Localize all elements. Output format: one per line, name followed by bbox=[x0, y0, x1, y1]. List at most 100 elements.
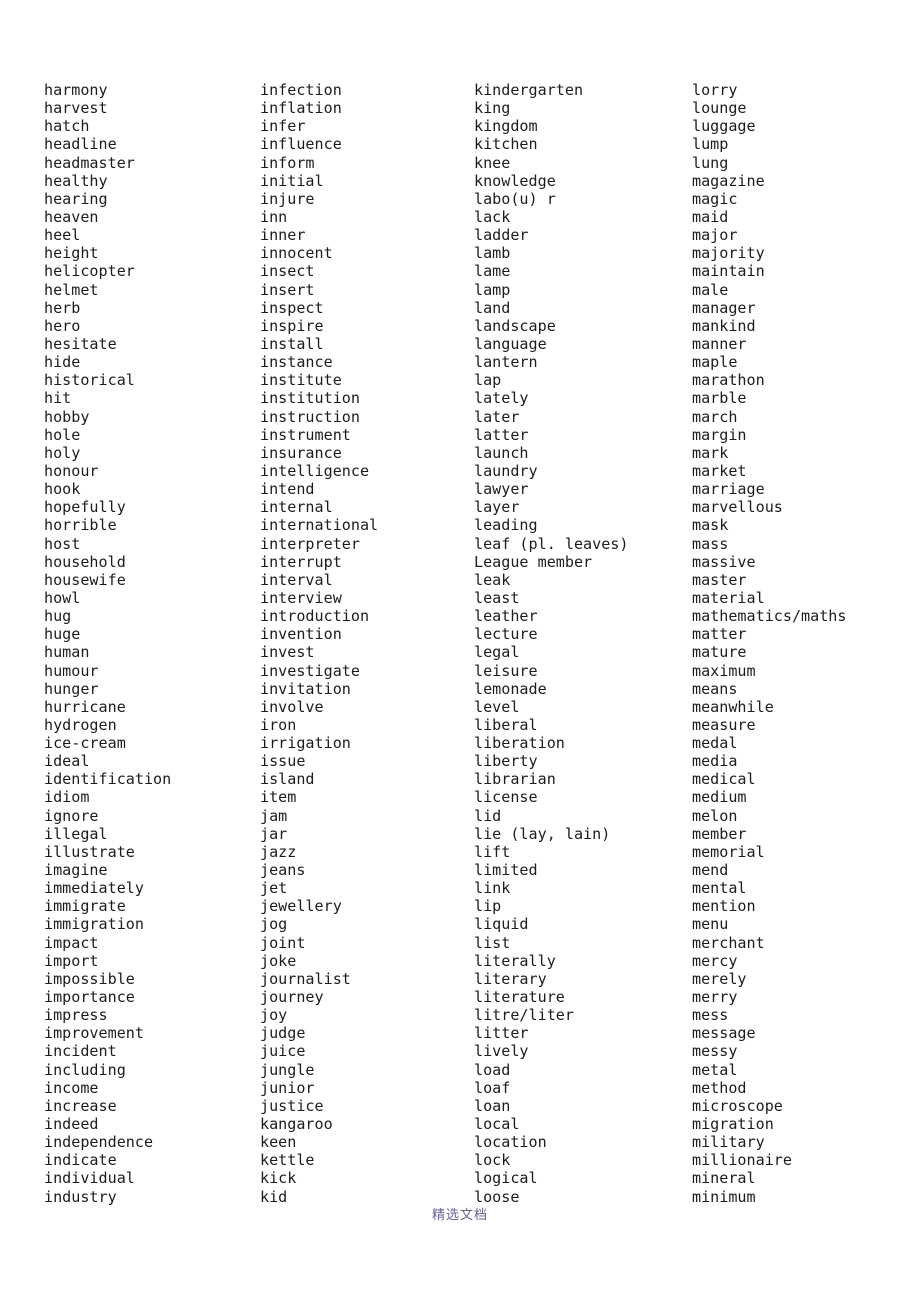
word-entry: hug bbox=[44, 607, 72, 626]
word-entry: lung bbox=[692, 153, 729, 172]
word-entry: liberation bbox=[474, 734, 565, 753]
word-entry: lift bbox=[474, 842, 511, 861]
word-entry: journey bbox=[260, 988, 324, 1007]
word-entry: indeed bbox=[44, 1115, 99, 1134]
word-entry: meanwhile bbox=[692, 697, 774, 716]
word-entry: literary bbox=[474, 969, 547, 988]
word-entry: illustrate bbox=[44, 842, 135, 861]
word-entry: ignore bbox=[44, 806, 99, 825]
word-entry: institution bbox=[260, 389, 360, 408]
word-entry: kitchen bbox=[474, 135, 538, 154]
word-entry: kindergarten bbox=[474, 81, 584, 99]
word-entry: manager bbox=[692, 298, 756, 317]
word-entry: involve bbox=[260, 697, 324, 716]
word-entry: knee bbox=[474, 153, 511, 172]
word-entry: heaven bbox=[44, 207, 99, 226]
word-entry: lounge bbox=[692, 99, 747, 118]
word-entry: melon bbox=[692, 806, 738, 825]
word-entry: marriage bbox=[692, 480, 765, 499]
word-entry: height bbox=[44, 244, 99, 263]
word-entry: latter bbox=[474, 425, 529, 444]
word-entry: method bbox=[692, 1078, 747, 1097]
word-entry: incident bbox=[44, 1042, 117, 1061]
word-entry: juice bbox=[260, 1042, 306, 1061]
word-entry: hesitate bbox=[44, 334, 117, 353]
word-entry: impress bbox=[44, 1006, 108, 1025]
word-entry: margin bbox=[692, 425, 747, 444]
page-footer-watermark: 精选文档 bbox=[431, 1208, 488, 1223]
word-entry: liquid bbox=[474, 915, 529, 934]
word-entry: healthy bbox=[44, 171, 108, 190]
word-entry: ladder bbox=[474, 226, 529, 245]
word-entry: mark bbox=[692, 443, 729, 462]
word-entry: insect bbox=[260, 262, 315, 281]
word-entry: immediately bbox=[44, 879, 144, 898]
word-entry: matter bbox=[692, 625, 747, 644]
word-entry: march bbox=[692, 407, 738, 426]
word-entry: historical bbox=[44, 371, 135, 390]
word-entry: journalist bbox=[260, 969, 351, 988]
word-entry: maintain bbox=[692, 262, 765, 281]
word-entry: increase bbox=[44, 1096, 117, 1115]
word-entry: institute bbox=[260, 371, 342, 390]
word-entry: immigrate bbox=[44, 897, 126, 916]
word-entry: hunger bbox=[44, 679, 99, 698]
word-entry: island bbox=[260, 770, 315, 789]
word-entry: layer bbox=[474, 498, 520, 517]
word-entry: magic bbox=[692, 189, 738, 208]
word-entry: minimum bbox=[692, 1187, 756, 1206]
word-entry: lecture bbox=[474, 625, 538, 644]
word-entry: hook bbox=[44, 480, 81, 499]
word-entry: laundry bbox=[474, 461, 538, 480]
word-entry: liberty bbox=[474, 752, 538, 771]
word-entry: lack bbox=[474, 207, 511, 226]
word-entry: master bbox=[692, 570, 747, 589]
word-entry: lantern bbox=[474, 353, 538, 372]
word-entry: kingdom bbox=[474, 117, 538, 136]
word-entry: item bbox=[260, 788, 297, 807]
word-entry: magazine bbox=[692, 171, 765, 190]
word-entry: limited bbox=[474, 861, 538, 880]
word-entry: importance bbox=[44, 988, 135, 1007]
word-entry: lorry bbox=[692, 81, 738, 99]
word-entry: mercy bbox=[692, 951, 738, 970]
word-entry: ideal bbox=[44, 752, 90, 771]
word-entry: including bbox=[44, 1060, 126, 1079]
word-entry: horrible bbox=[44, 516, 117, 535]
word-entry: lump bbox=[692, 135, 729, 154]
word-entry: jewellery bbox=[260, 897, 342, 916]
word-entry: landscape bbox=[474, 316, 556, 335]
word-entry: instrument bbox=[260, 425, 351, 444]
word-entry: literature bbox=[474, 988, 565, 1007]
word-entry: major bbox=[692, 226, 738, 245]
word-entry: headline bbox=[44, 135, 117, 154]
word-entry: judge bbox=[260, 1024, 306, 1043]
word-entry: merry bbox=[692, 988, 738, 1007]
word-entry: jar bbox=[260, 824, 288, 843]
word-entry: humour bbox=[44, 661, 99, 680]
word-entry: mend bbox=[692, 861, 729, 880]
word-entry: medium bbox=[692, 788, 747, 807]
word-entry: liberal bbox=[474, 715, 538, 734]
word-entry: iron bbox=[260, 715, 297, 734]
word-entry: maximum bbox=[692, 661, 756, 680]
word-entry: launch bbox=[474, 443, 529, 462]
word-entry: list bbox=[474, 933, 511, 952]
word-entry: lemonade bbox=[474, 679, 547, 698]
word-entry: load bbox=[474, 1060, 511, 1079]
word-entry: massive bbox=[692, 552, 756, 571]
word-entry: issue bbox=[260, 752, 306, 771]
word-entry: jog bbox=[260, 915, 288, 934]
word-entry: mental bbox=[692, 879, 747, 898]
word-entry: merely bbox=[692, 969, 747, 988]
word-entry: link bbox=[474, 879, 511, 898]
word-entry: king bbox=[474, 99, 511, 118]
word-entry: household bbox=[44, 552, 126, 571]
word-entry: hydrogen bbox=[44, 715, 117, 734]
word-entry: industry bbox=[44, 1187, 117, 1206]
word-entry: message bbox=[692, 1024, 756, 1043]
word-entry: jungle bbox=[260, 1060, 315, 1079]
word-entry: League member bbox=[474, 552, 593, 571]
word-entry: insurance bbox=[260, 443, 342, 462]
word-entry: ice-cream bbox=[44, 734, 126, 753]
